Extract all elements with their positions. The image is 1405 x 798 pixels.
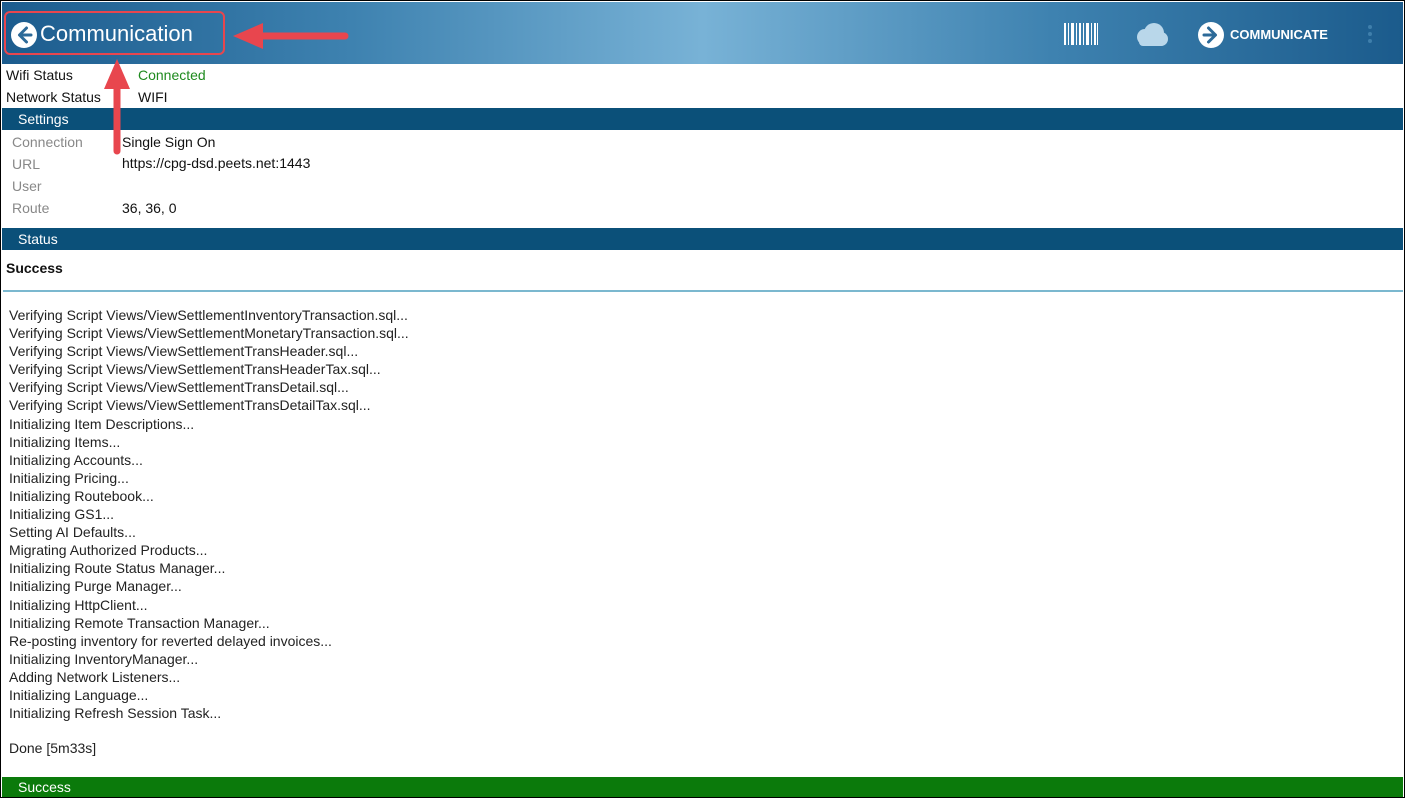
log-line: Setting AI Defaults... — [9, 524, 136, 541]
divider — [3, 290, 1403, 292]
connection-value: Single Sign On — [122, 134, 216, 150]
url-value: https://cpg-dsd.peets.net:1443 — [122, 155, 311, 171]
log-line: Initializing GS1... — [9, 506, 115, 523]
log-line: Migrating Authorized Products... — [9, 542, 208, 559]
settings-header: Settings — [2, 108, 1403, 130]
log-line: Initializing Pricing... — [9, 469, 129, 486]
communicate-label: COMMUNICATE — [1230, 27, 1328, 42]
user-label: User — [12, 178, 42, 194]
log-line: Initializing Route Status Manager... — [9, 560, 226, 577]
annotation-highlight-box — [4, 11, 225, 55]
status-result: Success — [6, 260, 63, 276]
log-line: Re-posting inventory for reverted delaye… — [9, 632, 332, 649]
done-text: Done [5m33s] — [9, 740, 97, 756]
log-line: Verifying Script Views/ViewSettlementInv… — [9, 307, 408, 323]
log-line: Initializing Purge Manager... — [9, 578, 182, 595]
status-header: Status — [2, 228, 1403, 250]
log-line: Verifying Script Views/ViewSettlementTra… — [9, 379, 349, 396]
log-line: Initializing Remote Transaction Manager.… — [9, 614, 270, 631]
log-line: Verifying Script Views/ViewSettlementTra… — [9, 361, 381, 378]
route-label: Route — [12, 200, 50, 216]
status-header-label: Status — [18, 231, 58, 247]
network-status-label: Network Status — [6, 89, 101, 105]
log-line: Initializing Language... — [9, 686, 149, 703]
wifi-status-value: Connected — [138, 67, 206, 83]
communicate-button[interactable]: COMMUNICATE — [1198, 20, 1338, 50]
log-line: Adding Network Listeners... — [9, 668, 181, 685]
log-line: Initializing Routebook... — [9, 487, 154, 504]
app-window: Communication COMMUNICATE Wifi Status Co… — [0, 0, 1405, 798]
connection-label: Connection — [12, 134, 83, 150]
settings-header-label: Settings — [18, 111, 69, 127]
success-footer-label: Success — [18, 779, 71, 795]
overflow-menu-icon[interactable] — [1363, 22, 1377, 48]
log-line: Initializing Refresh Session Task... — [9, 705, 222, 722]
network-status-value: WIFI — [138, 89, 168, 105]
log-line: Initializing HttpClient... — [9, 596, 148, 613]
cloud-icon[interactable] — [1133, 22, 1169, 48]
wifi-status-label: Wifi Status — [6, 67, 73, 83]
log-line: Verifying Script Views/ViewSettlementMon… — [9, 325, 409, 342]
arrow-right-circle-icon — [1198, 22, 1224, 48]
communication-log: Verifying Script Views/ViewSettlementInv… — [9, 306, 409, 722]
success-footer: Success — [2, 777, 1403, 797]
url-label: URL — [12, 156, 41, 172]
log-line: Initializing Accounts... — [9, 451, 143, 468]
log-line: Verifying Script Views/ViewSettlementTra… — [9, 343, 359, 360]
log-line: Initializing Item Descriptions... — [9, 415, 195, 432]
log-line: Initializing Items... — [9, 433, 121, 450]
log-line: Initializing InventoryManager... — [9, 650, 199, 667]
log-line: Verifying Script Views/ViewSettlementTra… — [9, 397, 371, 414]
barcode-icon[interactable] — [1064, 23, 1098, 45]
route-value: 36, 36, 0 — [122, 200, 177, 216]
